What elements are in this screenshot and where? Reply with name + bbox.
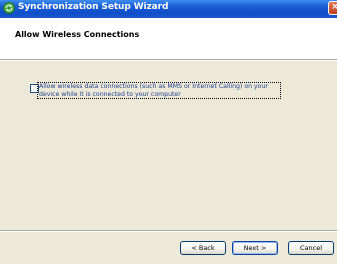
back-button[interactable]: < Back [180,241,226,255]
title-bar[interactable]: Synchronization Setup Wizard × [0,0,337,18]
wizard-window: Synchronization Setup Wizard × Allow Wir… [0,0,337,264]
header-divider [0,60,337,61]
sync-icon [3,2,15,14]
close-button[interactable]: × [328,1,337,15]
cancel-button[interactable]: Cancel [288,241,334,255]
allow-wireless-label[interactable]: Allow wireless data connections (such as… [37,82,281,99]
next-button[interactable]: Next > [232,241,278,255]
window-title: Synchronization Setup Wizard [18,2,169,12]
close-icon: × [331,2,337,12]
wizard-header: Allow Wireless Connections [0,18,337,60]
page-title: Allow Wireless Connections [15,30,140,39]
footer-divider-highlight [0,231,337,232]
